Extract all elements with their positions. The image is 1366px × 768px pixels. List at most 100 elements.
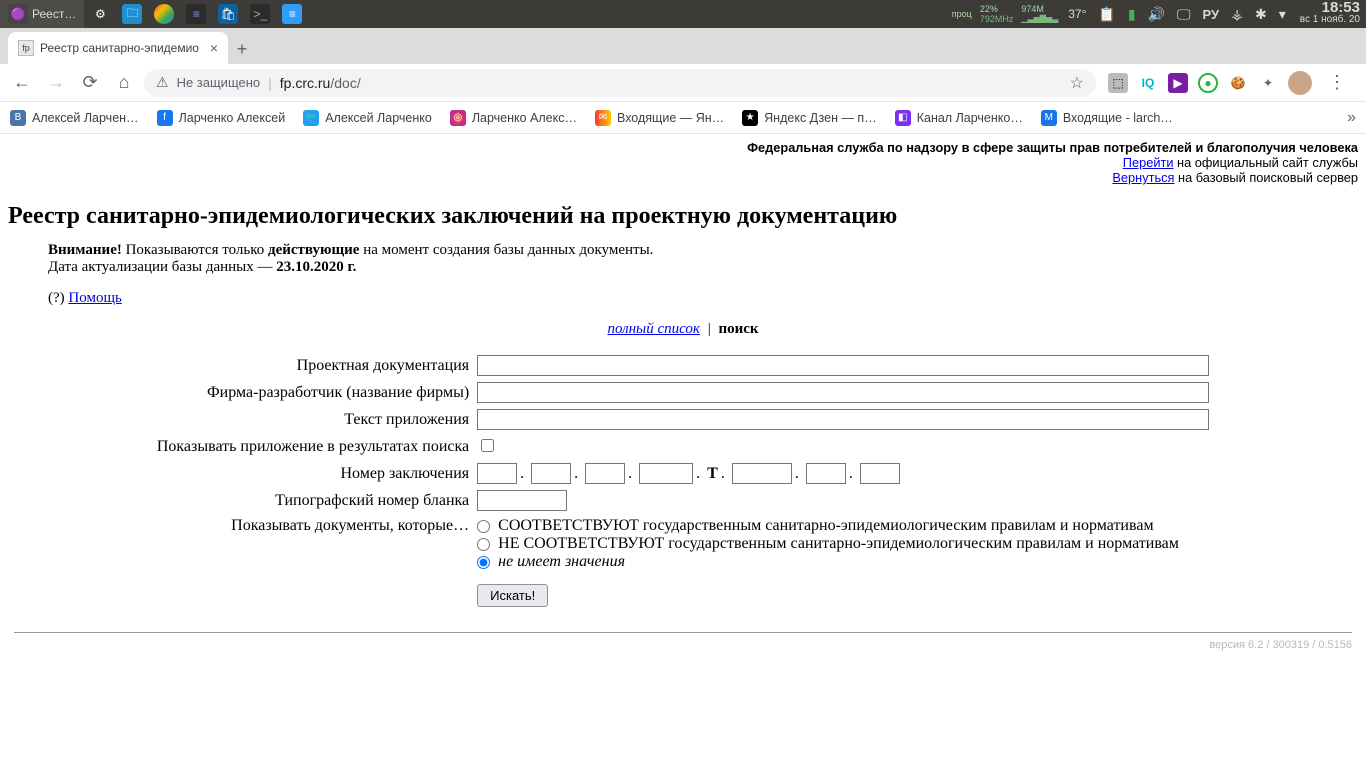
input-app-text[interactable] [477,409,1209,430]
display-icon[interactable]: 🖵 [1173,6,1195,23]
label-blank: Типографский номер бланка [153,487,473,514]
db-date: 23.10.2020 г. [276,259,356,275]
nav-home-button[interactable]: ⌂ [110,72,138,93]
security-warning-icon: ⚠ [156,74,169,91]
browser-tab-active[interactable]: fp Реестр санитарно-эпидемио × [8,32,228,64]
clock-time: 18:53 [1322,2,1360,14]
taskbar-app-editor[interactable]: ≡ [180,0,212,28]
bookmark-item[interactable]: BАлексей Ларчен… [10,110,139,126]
input-num-3[interactable] [585,463,625,484]
profile-avatar[interactable] [1288,71,1312,95]
help-line: (?) Помощь [48,290,1358,307]
nav-back-button[interactable]: ← [8,72,36,93]
back-server-line: Вернуться на базовый поисковый сервер [8,170,1358,185]
number-inputs: . . . . Т. . . [473,460,1213,487]
bookmark-item[interactable]: 🐦Алексей Ларченко [303,110,432,126]
extension-icons: ⬚ IQ ▶ ● 🍪 ✦ ⋮ [1102,71,1358,95]
taskbar-app-files[interactable]: 🗀 [116,0,148,28]
chevron-down-icon[interactable]: ▾ [1275,6,1290,23]
ext-icon-iq[interactable]: IQ [1138,73,1158,93]
radio-row-compliant: СООТВЕТСТВУЮТ государственным санитарно-… [477,517,1209,535]
notice-block: Внимание! Показываются только действующи… [48,242,1358,276]
tab-close-icon[interactable]: × [210,40,218,56]
label-show-app: Показывать приложение в результатах поис… [153,433,473,460]
taskbar-app-terminal[interactable]: >_ [244,0,276,28]
input-project-doc[interactable] [477,355,1209,376]
input-num-5[interactable] [732,463,792,484]
taskbar-active-window[interactable]: 🟣 Реест… [0,0,84,28]
input-firm[interactable] [477,382,1209,403]
tab-favicon: fp [18,40,34,56]
bookmark-item[interactable]: ◧Канал Ларченко… [895,110,1023,126]
volume-icon[interactable]: 🔊 [1144,6,1169,23]
ext-icon-cookie[interactable]: 🍪 [1228,73,1248,93]
taskbar-app-chrome[interactable] [148,0,180,28]
taskbar-app-settings[interactable]: ⚙ [84,0,116,28]
sys-mem: 974M▁▃▅▇▅▃ [1019,4,1060,24]
header-block: Федеральная служба по надзору в сфере за… [8,140,1358,185]
ext-icon-green[interactable]: ● [1198,73,1218,93]
agency-name: Федеральная служба по надзору в сфере за… [8,140,1358,155]
new-tab-button[interactable]: + [228,39,256,64]
checkbox-show-app[interactable] [481,439,494,452]
input-num-6[interactable] [806,463,846,484]
link-official-site[interactable]: Перейти [1123,155,1174,170]
security-text: Не защищено [177,75,261,90]
clock[interactable]: 18:53 вс 1 нояб. 20 [1294,2,1360,26]
omnibox-url: fp.crc.ru/doc/ [280,75,361,91]
input-num-1[interactable] [477,463,517,484]
radio-row-any: не имеет значения [477,553,1209,571]
version-text: версия 6.2 / 300319 / 0.5156 [8,639,1358,651]
input-blank-number[interactable] [477,490,567,511]
link-back-server[interactable]: Вернуться [1112,170,1174,185]
list-mode-links: полный список | поиск [8,321,1358,338]
browser-menu-icon[interactable]: ⋮ [1322,72,1352,93]
radio-compliant[interactable] [477,520,490,533]
label-firm: Фирма-разработчик (название фирмы) [153,379,473,406]
radio-noncompliant[interactable] [477,538,490,551]
clock-date: вс 1 нояб. 20 [1300,14,1360,26]
taskbar-active-title: Реест… [32,7,76,21]
bookmark-item[interactable]: fЛарченко Алексей [157,110,286,126]
label-number: Номер заключения [153,460,473,487]
bookmark-item[interactable]: ◎Ларченко Алекс… [450,110,577,126]
submit-search-button[interactable]: Искать! [477,584,548,607]
battery-icon[interactable]: ▮ [1124,6,1140,23]
bookmark-star-icon[interactable]: ☆ [1070,73,1084,93]
extensions-menu-icon[interactable]: ✦ [1258,73,1278,93]
link-help[interactable]: Помощь [68,290,121,306]
input-num-4[interactable] [639,463,693,484]
num-T-label: Т [707,465,718,482]
label-app-text: Текст приложения [153,406,473,433]
bookmark-item[interactable]: ✉Входящие — Ян… [595,110,724,126]
clipboard-icon[interactable]: 📋 [1094,6,1119,23]
ext-icon-1[interactable]: ⬚ [1108,73,1128,93]
page-title: Реестр санитарно-эпидемиологических закл… [8,203,1358,230]
label-project-doc: Проектная документация [153,352,473,379]
sys-cpu-label: проц [950,9,974,19]
bottom-divider [14,632,1352,633]
tab-title: Реестр санитарно-эпидемио [40,41,204,55]
nav-reload-button[interactable]: ⟳ [76,72,104,93]
input-num-7[interactable] [860,463,900,484]
radio-any[interactable] [477,556,490,569]
mode-search-active: поиск [718,321,758,337]
notice-attention: Внимание! [48,242,122,258]
os-top-panel: 🟣 Реест… ⚙ 🗀 ≡ 🛍 >_ ≡ проц 22% 792MHz 97… [0,0,1366,28]
bookmark-item[interactable]: ★Яндекс Дзен — п… [742,110,877,126]
nav-forward-button[interactable]: → [42,72,70,93]
search-form: Проектная документация Фирма-разработчик… [153,352,1213,610]
bookmarks-bar: BАлексей Ларчен… fЛарченко Алексей 🐦Алек… [0,102,1366,134]
link-full-list[interactable]: полный список [607,321,699,337]
taskbar-app-store[interactable]: 🛍 [212,0,244,28]
taskbar-app-doc[interactable]: ≡ [276,0,308,28]
bookmark-item[interactable]: MВходящие - larch… [1041,110,1173,126]
input-num-2[interactable] [531,463,571,484]
bookmarks-overflow-icon[interactable]: » [1347,109,1356,127]
ext-icon-purple[interactable]: ▶ [1168,73,1188,93]
omnibox[interactable]: ⚠ Не защищено | fp.crc.ru/doc/ ☆ [144,69,1096,97]
browser-tab-strip: fp Реестр санитарно-эпидемио × + [0,28,1366,64]
bluetooth-icon[interactable]: ✱ [1251,6,1271,23]
wifi-icon[interactable]: ⚶ [1227,6,1247,23]
keyboard-lang[interactable]: РУ [1199,7,1224,22]
